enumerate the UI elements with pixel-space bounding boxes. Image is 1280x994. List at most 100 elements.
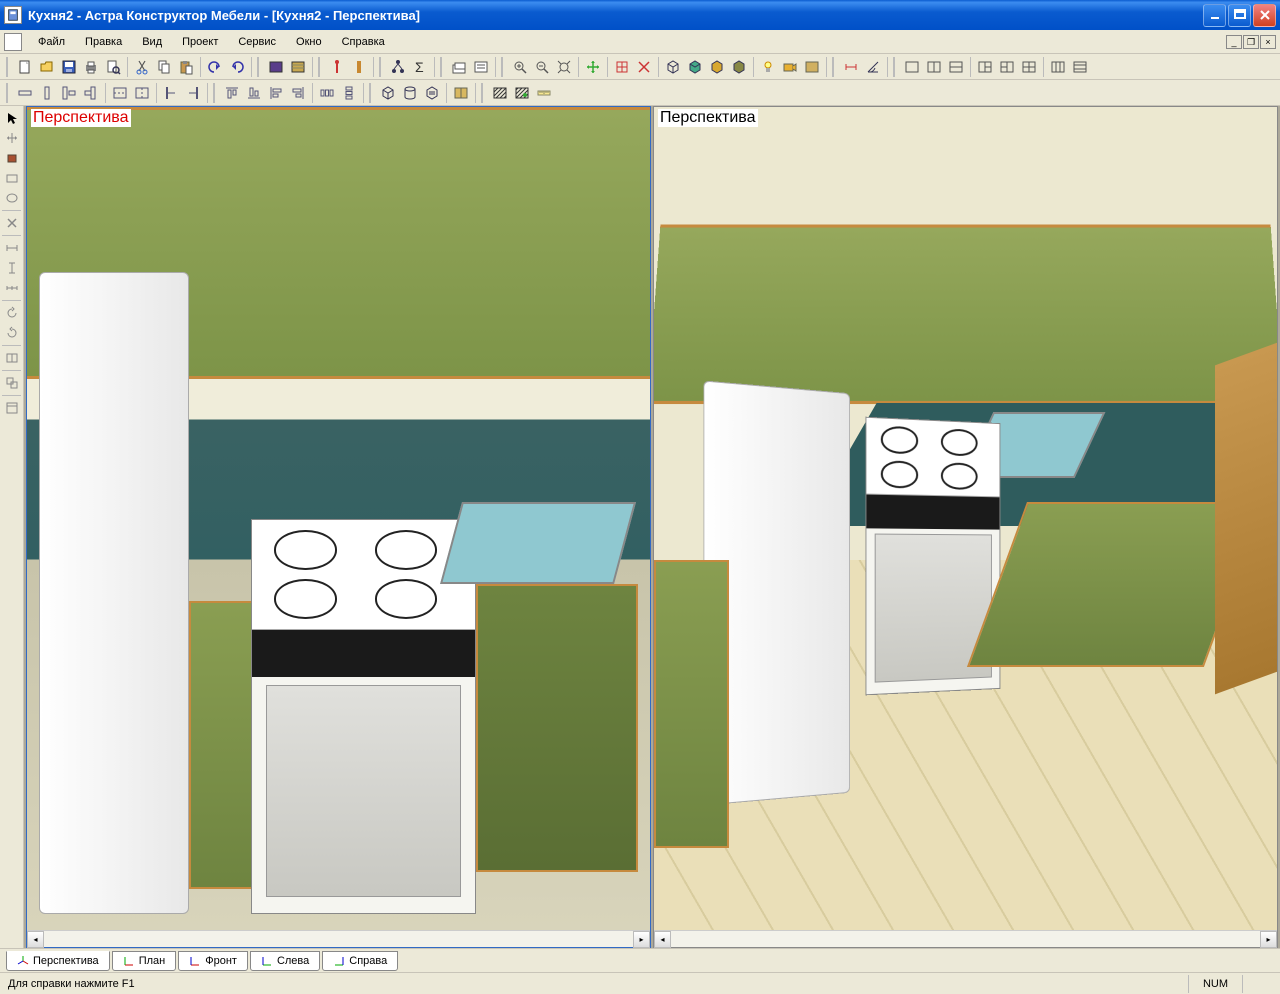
texture-button[interactable] (287, 56, 309, 78)
toolbar-grip-icon[interactable] (318, 57, 324, 77)
new-file-button[interactable] (14, 56, 36, 78)
split-v-button[interactable] (131, 82, 153, 104)
material-button[interactable] (265, 56, 287, 78)
view-tab-plan[interactable]: План (112, 951, 177, 971)
cut-button[interactable] (131, 56, 153, 78)
view-tab-left[interactable]: Слева (250, 951, 320, 971)
view-tab-perspective[interactable]: Перспектива (6, 951, 110, 971)
view-tab-front[interactable]: Фронт (178, 951, 248, 971)
menu-view[interactable]: Вид (132, 33, 172, 51)
ruler-button[interactable] (533, 82, 555, 104)
fastener-1-button[interactable] (326, 56, 348, 78)
toolbar-grip-icon[interactable] (832, 57, 838, 77)
pan-button[interactable] (582, 56, 604, 78)
delete-tool-button[interactable] (1, 213, 23, 233)
object-list-button[interactable] (421, 82, 443, 104)
redo-button[interactable] (226, 56, 248, 78)
angle-dim-button[interactable] (862, 56, 884, 78)
window-2h-button[interactable] (923, 56, 945, 78)
dim-h-button[interactable] (1, 238, 23, 258)
layer-list-button[interactable] (470, 56, 492, 78)
dim-chain-button[interactable] (1, 278, 23, 298)
edge-right-button[interactable] (182, 82, 204, 104)
snap-cross-button[interactable] (633, 56, 655, 78)
window-4-button[interactable] (1018, 56, 1040, 78)
shaded-button[interactable] (684, 56, 706, 78)
sum-button[interactable]: Σ (409, 56, 431, 78)
toolbar-grip-icon[interactable] (893, 57, 899, 77)
toolbar-grip-icon[interactable] (213, 83, 219, 103)
print-preview-button[interactable] (102, 56, 124, 78)
align-left-button[interactable] (265, 82, 287, 104)
part-lib-button[interactable] (450, 82, 472, 104)
orbit-ccw-button[interactable] (1, 303, 23, 323)
panel-v-button[interactable] (36, 82, 58, 104)
hatch-2-button[interactable] (511, 82, 533, 104)
align-bottom-button[interactable] (243, 82, 265, 104)
window-5a-button[interactable] (1047, 56, 1069, 78)
panel-combo-button[interactable] (58, 82, 80, 104)
view-tab-right[interactable]: Справа (322, 951, 398, 971)
hierarchy-button[interactable] (387, 56, 409, 78)
mdi-app-icon[interactable] (4, 33, 22, 51)
panel-h-button[interactable] (14, 82, 36, 104)
undo-button[interactable] (204, 56, 226, 78)
scroll-left-button[interactable]: ◂ (654, 931, 671, 948)
split-h-button[interactable] (109, 82, 131, 104)
edge-left-button[interactable] (160, 82, 182, 104)
window-split-button[interactable] (1, 348, 23, 368)
window-3b-button[interactable] (996, 56, 1018, 78)
print-button[interactable] (80, 56, 102, 78)
zoom-in-button[interactable] (509, 56, 531, 78)
distribute-h-button[interactable] (316, 82, 338, 104)
toolbar-grip-icon[interactable] (257, 57, 263, 77)
select-tool-button[interactable] (1, 108, 23, 128)
distribute-v-button[interactable] (338, 82, 360, 104)
move-tool-button[interactable] (1, 128, 23, 148)
viewport-left-scrollbar[interactable]: ◂ ▸ (27, 930, 650, 947)
rotate-tool-button[interactable] (1, 148, 23, 168)
window-minimize-button[interactable] (1203, 4, 1226, 27)
menu-help[interactable]: Справка (332, 33, 395, 51)
scroll-right-button[interactable]: ▸ (1260, 931, 1277, 948)
toolbar-grip-icon[interactable] (379, 57, 385, 77)
mdi-minimize-button[interactable]: _ (1226, 35, 1242, 49)
window-1-button[interactable] (901, 56, 923, 78)
mdi-close-button[interactable]: × (1260, 35, 1276, 49)
texture-view-button[interactable] (706, 56, 728, 78)
box-button[interactable] (377, 82, 399, 104)
align-top-button[interactable] (221, 82, 243, 104)
snap-grid-button[interactable] (611, 56, 633, 78)
dimension-button[interactable] (840, 56, 862, 78)
menu-edit[interactable]: Правка (75, 33, 132, 51)
viewport-right-scrollbar[interactable]: ◂ ▸ (654, 930, 1277, 947)
align-right-button[interactable] (287, 82, 309, 104)
menu-service[interactable]: Сервис (228, 33, 286, 51)
window-3a-button[interactable] (974, 56, 996, 78)
toolbar-grip-icon[interactable] (6, 57, 12, 77)
window-5b-button[interactable] (1069, 56, 1091, 78)
camera-button[interactable] (779, 56, 801, 78)
window-close-button[interactable] (1253, 4, 1276, 27)
dim-v-button[interactable] (1, 258, 23, 278)
viewport-left[interactable]: Перспектива (26, 106, 651, 948)
layer-button[interactable] (448, 56, 470, 78)
save-button[interactable] (58, 56, 80, 78)
window-maximize-button[interactable] (1228, 4, 1251, 27)
mdi-restore-button[interactable]: ❐ (1243, 35, 1259, 49)
zoom-fit-button[interactable] (553, 56, 575, 78)
fastener-2-button[interactable] (348, 56, 370, 78)
window-2v-button[interactable] (945, 56, 967, 78)
hatch-1-button[interactable] (489, 82, 511, 104)
scroll-left-button[interactable]: ◂ (27, 931, 44, 948)
group-button[interactable] (1, 373, 23, 393)
scroll-right-button[interactable]: ▸ (633, 931, 650, 948)
toolbar-grip-icon[interactable] (501, 57, 507, 77)
paste-button[interactable] (175, 56, 197, 78)
orbit-cw-button[interactable] (1, 323, 23, 343)
properties-button[interactable] (1, 398, 23, 418)
wireframe-button[interactable] (662, 56, 684, 78)
material-lib-button[interactable] (801, 56, 823, 78)
circle-tool-button[interactable] (1, 188, 23, 208)
viewport-right[interactable]: Перспектива (653, 106, 1278, 948)
